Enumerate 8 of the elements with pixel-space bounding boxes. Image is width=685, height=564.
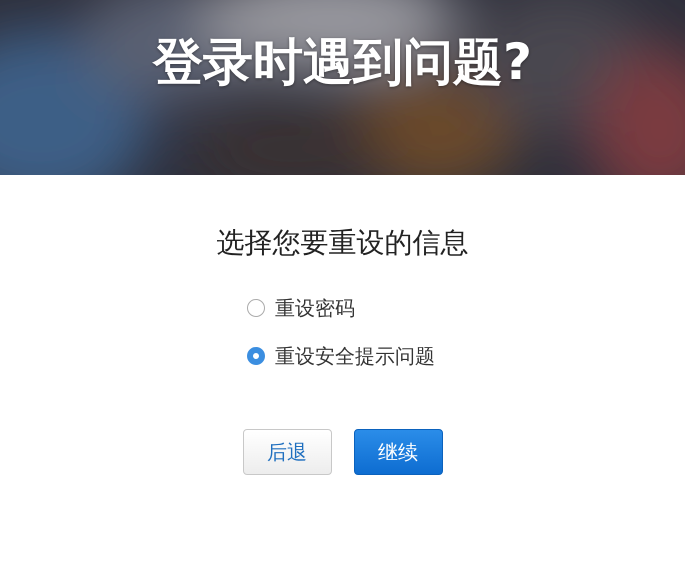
section-heading: 选择您要重设的信息 [216,225,468,261]
radio-button[interactable] [247,347,265,365]
back-button[interactable]: 后退 [242,429,332,475]
radio-button[interactable] [247,299,265,317]
page-title: 登录时遇到问题? [152,32,532,93]
continue-button[interactable]: 继续 [354,429,442,475]
option-label[interactable]: 重设密码 [275,295,355,321]
option-label[interactable]: 重设安全提示问题 [275,343,435,369]
